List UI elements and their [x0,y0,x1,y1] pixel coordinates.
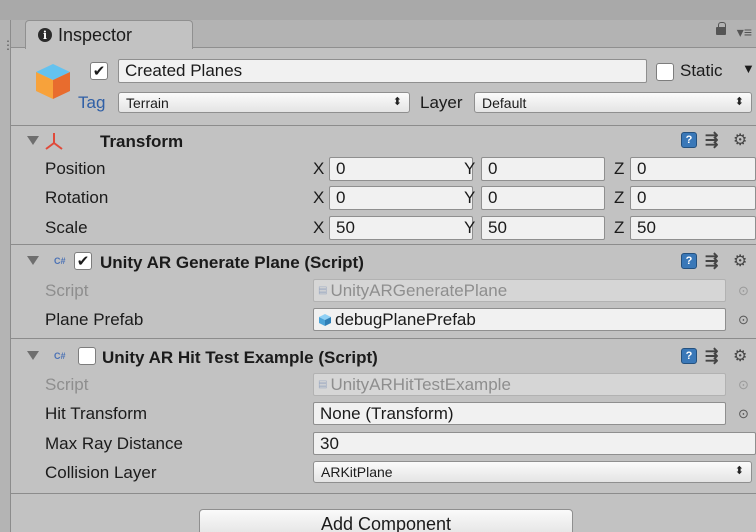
lock-icon[interactable] [716,22,726,35]
hit-test-gear-icon[interactable]: ⚙ [733,346,747,366]
hit-test-help-icon[interactable]: ? [681,348,697,364]
position-z-axis: Z [614,159,625,178]
position-x-field[interactable]: 0 [329,157,473,181]
position-label: Position [45,159,106,178]
tag-dropdown[interactable]: Terrain ⬍ [118,92,410,113]
rotation-y-field[interactable]: 0 [481,186,605,210]
scale-x-axis: X [313,218,325,237]
generate-plane-script-field: ▤ UnityARGeneratePlane [313,279,726,302]
layer-dropdown[interactable]: Default ⬍ [474,92,752,113]
hit-test-script-icon: C# [54,351,66,361]
plane-prefab-target-icon[interactable]: ⊙ [738,312,749,328]
layer-dropdown-arrow-icon: ⬍ [734,96,744,108]
hit-test-presets-icon[interactable]: ⇶ [705,346,718,366]
panel-menu-icon[interactable]: ▾≡ [737,24,752,41]
hit-transform-field[interactable]: None (Transform) [313,402,726,425]
collision-layer-value: ARKitPlane [321,464,393,480]
generate-plane-title: Unity AR Generate Plane (Script) [100,253,364,272]
active-checkbox[interactable]: ✔ [90,62,108,80]
prefab-cube-icon [319,313,331,326]
rotation-z-axis: Z [614,188,625,207]
max-ray-distance-label: Max Ray Distance [45,434,183,453]
add-component-button[interactable]: Add Component [199,509,573,532]
scale-label: Scale [45,218,88,237]
static-dropdown-icon[interactable]: ▼ [742,61,755,76]
max-ray-distance-field[interactable]: 30 [313,432,756,455]
transform-help-icon[interactable]: ? [681,132,697,148]
rotation-x-axis: X [313,188,325,207]
generate-plane-presets-icon[interactable]: ⇶ [705,251,718,271]
transform-axes-icon [45,133,63,150]
plane-prefab-field[interactable]: debugPlanePrefab [313,308,726,331]
hit-test-foldout-icon[interactable] [27,351,39,360]
generate-plane-component: C# ✔ Unity AR Generate Plane (Script) ? … [11,246,756,339]
position-y-field[interactable]: 0 [481,157,605,181]
hit-test-script-target-icon: ⊙ [738,377,749,392]
tab-bar: i Inspector ▾≡ [11,20,756,49]
hit-transform-label: Hit Transform [45,404,148,423]
generate-plane-script-label: Script [45,281,89,300]
scale-z-axis: Z [614,218,625,237]
generate-plane-script-value: UnityARGeneratePlane [330,280,508,300]
tab-inspector-label: Inspector [58,24,133,45]
generate-plane-gear-icon[interactable]: ⚙ [733,251,747,271]
collision-layer-arrow-icon: ⬍ [734,465,744,477]
generate-plane-script-target-icon: ⊙ [738,283,749,298]
static-label: Static [680,61,723,80]
left-panel-edge[interactable]: ⋮ [0,20,14,532]
generate-plane-enabled-checkbox[interactable]: ✔ [74,252,92,270]
position-y-axis: Y [464,159,476,178]
hit-test-title: Unity AR Hit Test Example (Script) [102,348,378,367]
hit-test-script-field: ▤ UnityARHitTestExample [313,373,726,396]
gameobject-header: ✔ Created Planes Static ▼ Tag Terrain ⬍ … [11,49,756,126]
rotation-z-field[interactable]: 0 [630,186,756,210]
hit-test-enabled-checkbox[interactable] [78,347,96,365]
generate-plane-help-icon[interactable]: ? [681,253,697,269]
generate-plane-header[interactable]: C# ✔ Unity AR Generate Plane (Script) ? … [11,246,756,274]
tab-inspector[interactable]: i Inspector [25,20,193,49]
transform-header[interactable]: Transform ? ⇶ ⚙ [11,127,756,155]
transform-title: Transform [100,132,184,151]
script-file-icon: ▤ [318,285,328,296]
top-strip [0,0,756,20]
info-icon: i [38,28,52,42]
tag-dropdown-arrow-icon: ⬍ [392,96,402,108]
script-file-icon: ▤ [318,379,328,390]
collision-layer-label: Collision Layer [45,463,157,482]
layer-value: Default [482,94,527,111]
hit-test-script-label: Script [45,375,89,394]
plane-prefab-label: Plane Prefab [45,310,144,329]
collision-layer-dropdown[interactable]: ARKitPlane ⬍ [313,461,752,483]
inspector-content: ✔ Created Planes Static ▼ Tag Terrain ⬍ … [11,49,756,532]
rotation-x-field[interactable]: 0 [329,186,473,210]
hit-test-script-value: UnityARHitTestExample [330,374,511,394]
generate-plane-script-icon: C# [54,256,66,266]
hit-test-header[interactable]: C# Unity AR Hit Test Example (Script) ? … [11,340,756,368]
transform-presets-icon[interactable]: ⇶ [705,130,718,150]
position-z-field[interactable]: 0 [630,157,756,181]
object-name-field[interactable]: Created Planes [118,59,647,83]
position-x-axis: X [313,159,325,178]
transform-gear-icon[interactable]: ⚙ [733,130,747,150]
static-checkbox[interactable] [656,63,674,81]
tag-value: Terrain [126,94,169,111]
scale-y-axis: Y [464,218,476,237]
scale-y-field[interactable]: 50 [481,216,605,240]
layer-label: Layer [420,93,463,112]
plane-prefab-value: debugPlanePrefab [335,309,476,329]
hit-test-component: C# Unity AR Hit Test Example (Script) ? … [11,340,756,494]
transform-component: Transform ? ⇶ ⚙ Position X 0 Y 0 Z 0 Rot… [11,127,756,245]
tag-label: Tag [78,93,106,112]
hit-transform-target-icon[interactable]: ⊙ [738,406,749,422]
rotation-label: Rotation [45,188,109,207]
rotation-y-axis: Y [464,188,476,207]
scale-z-field[interactable]: 50 [630,216,756,240]
transform-foldout-icon[interactable] [27,136,39,145]
generate-plane-foldout-icon[interactable] [27,256,39,265]
scale-x-field[interactable]: 50 [329,216,473,240]
gameobject-cube-icon [36,64,70,99]
